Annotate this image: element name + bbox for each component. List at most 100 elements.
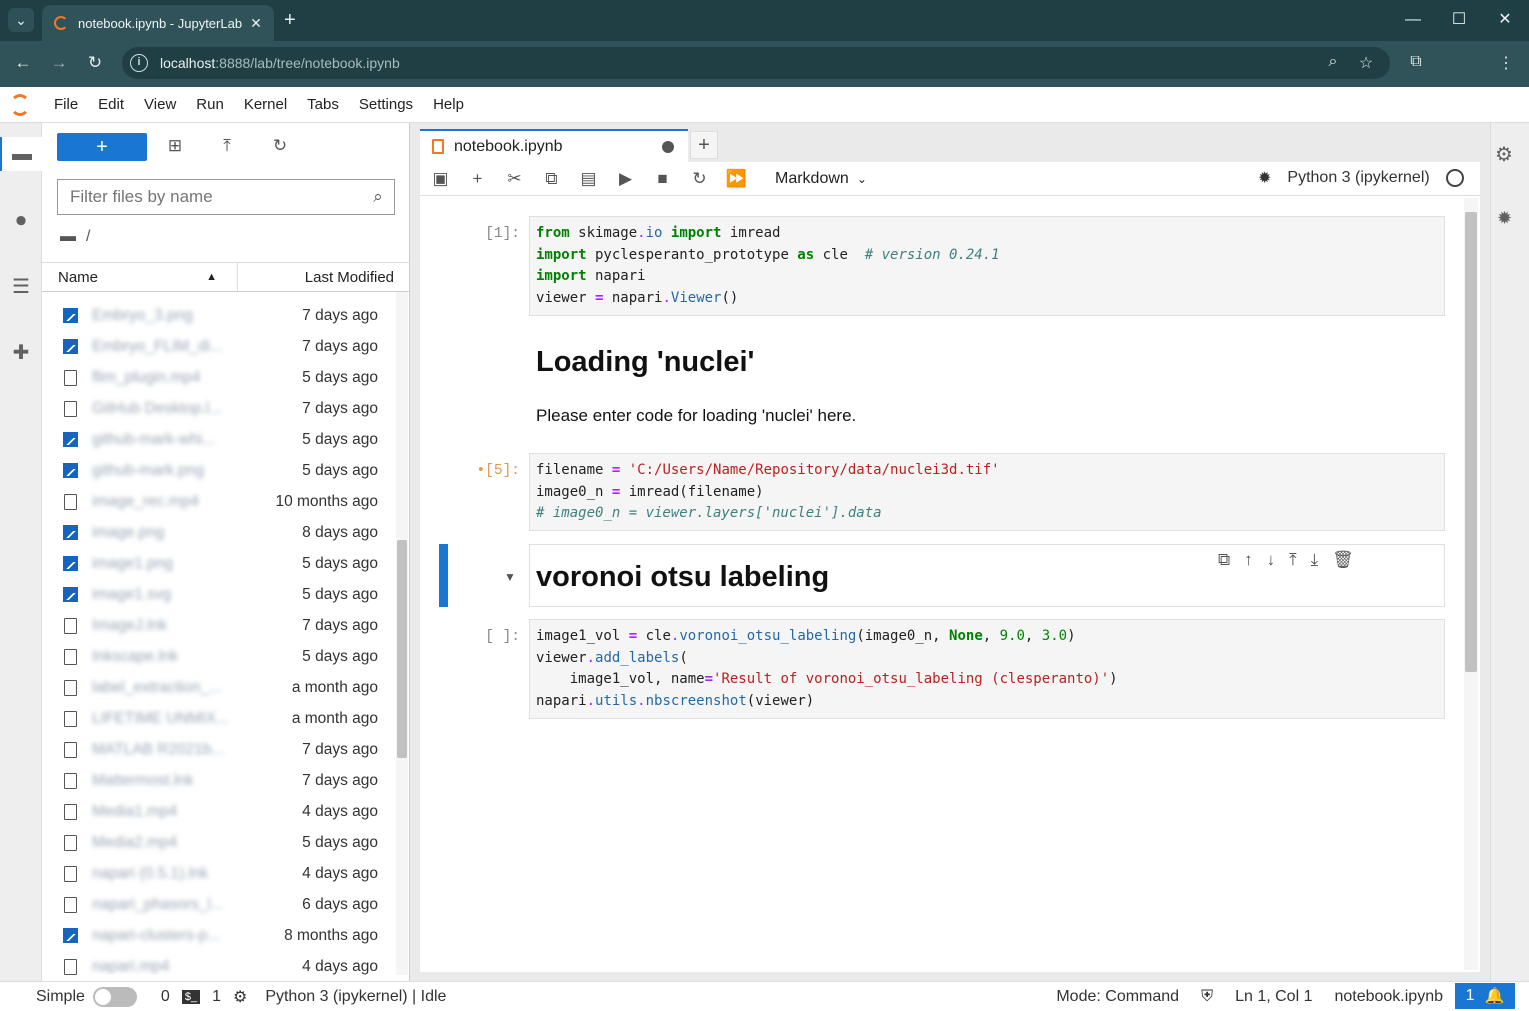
new-launcher-button[interactable]: +: [57, 133, 147, 161]
file-row[interactable]: napari (0.5.1).lnk 4 days ago: [42, 858, 392, 889]
insert-below-icon[interactable]: ⤓: [1311, 550, 1319, 570]
code-cell-2[interactable]: filename = 'C:/Users/Name/Repository/dat…: [529, 453, 1445, 531]
markdown-paragraph-1[interactable]: Please enter code for loading 'nuclei' h…: [536, 406, 856, 426]
filter-input[interactable]: [58, 187, 362, 207]
breadcrumb-path[interactable]: /: [86, 228, 90, 246]
running-sessions-icon[interactable]: ⏺: [0, 204, 42, 238]
file-row[interactable]: flim_plugin.mp4 5 days ago: [42, 362, 392, 393]
menu-settings[interactable]: Settings: [349, 96, 423, 113]
menu-view[interactable]: View: [134, 96, 186, 113]
reload-button[interactable]: ↻: [82, 51, 108, 75]
file-row[interactable]: Inkscape.lnk 5 days ago: [42, 641, 392, 672]
last-modified-column-header[interactable]: Last Modified: [238, 269, 410, 286]
run-icon[interactable]: ▶: [607, 169, 644, 189]
save-icon[interactable]: ▣: [422, 169, 459, 189]
code-cell-1[interactable]: from skimage.io import imread import pyc…: [529, 216, 1445, 316]
delete-cell-icon[interactable]: 🗑: [1332, 550, 1354, 570]
file-row[interactable]: Media1.mp4 4 days ago: [42, 796, 392, 827]
forward-button[interactable]: →: [46, 51, 72, 75]
file-row[interactable]: github-mark-whi... 5 days ago: [42, 424, 392, 455]
unsaved-dot-icon[interactable]: [662, 140, 674, 153]
back-button[interactable]: ←: [10, 51, 36, 75]
zoom-icon[interactable]: ⌕: [1321, 53, 1345, 71]
paste-icon[interactable]: ▤: [570, 169, 607, 189]
file-row[interactable]: image1.svg 5 days ago: [42, 579, 392, 610]
refresh-icon[interactable]: ↻: [265, 136, 295, 156]
file-list-scroll-thumb[interactable]: [397, 540, 407, 758]
new-tab-button[interactable]: +: [284, 8, 296, 32]
maximize-button[interactable]: ☐: [1439, 8, 1479, 32]
url-bar[interactable]: i localhost:8888/lab/tree/notebook.ipynb: [122, 47, 1390, 79]
kernel-indicator[interactable]: ✹ Python 3 (ipykernel): [1258, 168, 1464, 188]
markdown-heading-2[interactable]: voronoi otsu labeling: [536, 561, 829, 594]
move-down-icon[interactable]: ↓: [1267, 550, 1276, 570]
duplicate-cell-icon[interactable]: ⧉: [1218, 550, 1230, 570]
file-row[interactable]: ImageJ.lnk 7 days ago: [42, 610, 392, 641]
cell-type-select[interactable]: Markdown ⌄: [775, 170, 867, 188]
markdown-heading-1[interactable]: Loading 'nuclei': [536, 346, 754, 379]
bookmark-star-icon[interactable]: ☆: [1354, 53, 1378, 73]
file-filter[interactable]: ⌕: [57, 179, 395, 215]
notification-button[interactable]: 1 🔔: [1455, 983, 1515, 1009]
file-row[interactable]: MATLAB R2021b... 7 days ago: [42, 734, 392, 765]
notebook-tab[interactable]: notebook.ipynb: [420, 129, 688, 162]
cursor-position[interactable]: Ln 1, Col 1: [1235, 988, 1312, 1006]
stop-icon[interactable]: ■: [644, 169, 681, 189]
name-column-header[interactable]: Name ▲: [42, 262, 238, 292]
table-of-contents-icon[interactable]: ☰: [0, 270, 42, 304]
folder-home-icon[interactable]: ▬: [60, 228, 76, 246]
browser-tab[interactable]: notebook.ipynb - JupyterLab ✕: [42, 5, 274, 41]
close-window-button[interactable]: ✕: [1485, 8, 1525, 32]
file-row[interactable]: Embryo_3.png 7 days ago: [42, 300, 392, 331]
file-row[interactable]: napari-clusters-p... 8 months ago: [42, 920, 392, 951]
browser-menu-icon[interactable]: ⋮: [1494, 53, 1518, 73]
kernel-status-text[interactable]: Python 3 (ipykernel) | Idle: [265, 988, 446, 1006]
menu-file[interactable]: File: [44, 96, 88, 113]
tab-search-button[interactable]: ⌄: [8, 8, 34, 32]
breadcrumb[interactable]: ▬ /: [60, 228, 90, 246]
menu-help[interactable]: Help: [423, 96, 474, 113]
menu-run[interactable]: Run: [186, 96, 234, 113]
collapse-heading-caret-icon[interactable]: ▼: [504, 570, 516, 584]
kernel-count[interactable]: 1: [212, 988, 221, 1006]
file-row[interactable]: label_extraction_... a month ago: [42, 672, 392, 703]
menu-tabs[interactable]: Tabs: [297, 96, 349, 113]
terminal-count[interactable]: 0: [161, 988, 170, 1006]
site-info-icon[interactable]: i: [130, 54, 148, 72]
insert-above-icon[interactable]: ⤒: [1289, 550, 1297, 570]
file-row[interactable]: image1.png 5 days ago: [42, 548, 392, 579]
move-up-icon[interactable]: ↑: [1244, 550, 1253, 570]
code-cell-3[interactable]: image1_vol = cle.voronoi_otsu_labeling(i…: [529, 619, 1445, 719]
debugger-panel-icon[interactable]: ✹: [1497, 208, 1512, 229]
close-tab-icon[interactable]: ✕: [246, 15, 266, 32]
folder-icon[interactable]: ▬: [0, 137, 42, 171]
simple-mode-toggle[interactable]: [92, 986, 137, 1007]
file-row[interactable]: Embryo_FLIM_di... 7 days ago: [42, 331, 392, 362]
file-row[interactable]: LIFETIME UNMIX... a month ago: [42, 703, 392, 734]
upload-icon[interactable]: ⤒: [212, 136, 242, 156]
kernel-name[interactable]: Python 3 (ipykernel): [1287, 169, 1429, 187]
file-row[interactable]: image.png 8 days ago: [42, 517, 392, 548]
selected-cell-indicator[interactable]: [439, 544, 448, 607]
minimize-button[interactable]: —: [1393, 8, 1433, 32]
extensions-icon[interactable]: ⧉: [1404, 53, 1428, 71]
debugger-icon[interactable]: ✹: [1258, 168, 1271, 188]
menu-edit[interactable]: Edit: [88, 96, 134, 113]
insert-cell-icon[interactable]: +: [459, 169, 496, 189]
menu-kernel[interactable]: Kernel: [234, 96, 297, 113]
notebook-scroll-thumb[interactable]: [1465, 212, 1477, 672]
file-row[interactable]: napari_phasors_l... 6 days ago: [42, 889, 392, 920]
new-folder-icon[interactable]: ⊞: [160, 136, 190, 156]
file-row[interactable]: github-mark.png 5 days ago: [42, 455, 392, 486]
file-row[interactable]: Mattermost.lnk 7 days ago: [42, 765, 392, 796]
file-row[interactable]: napari.mp4 4 days ago: [42, 951, 392, 975]
run-all-icon[interactable]: ⏩: [718, 169, 755, 189]
property-inspector-icon[interactable]: ⚙: [1495, 142, 1513, 167]
file-row[interactable]: image_rec.mp4 10 months ago: [42, 486, 392, 517]
file-row[interactable]: GitHub Desktop.l... 7 days ago: [42, 393, 392, 424]
copy-icon[interactable]: ⧉: [533, 169, 570, 189]
new-launcher-tab-button[interactable]: +: [690, 131, 718, 159]
restart-icon[interactable]: ↻: [681, 169, 718, 189]
cut-icon[interactable]: ✂: [496, 169, 533, 189]
extension-manager-icon[interactable]: ✚: [0, 336, 42, 370]
